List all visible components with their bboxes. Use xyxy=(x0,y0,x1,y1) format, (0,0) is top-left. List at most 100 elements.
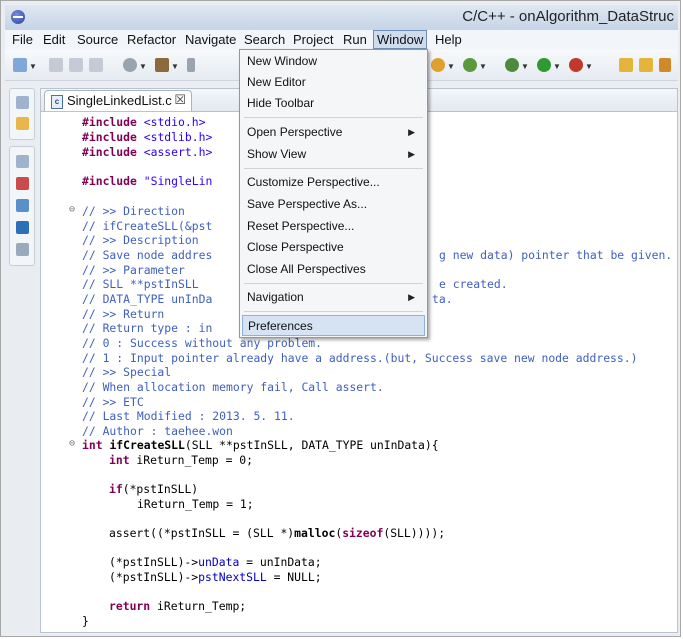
close-tab-icon[interactable]: ☒ xyxy=(174,92,186,108)
debug-dropdown-icon[interactable]: ▼ xyxy=(521,62,529,71)
outline-icon[interactable] xyxy=(16,177,29,190)
build-config-icon[interactable] xyxy=(123,58,137,72)
code-line: // Last Modified : 2013. 5. 11. xyxy=(82,409,295,423)
code-line: // Author : taehee.won xyxy=(82,424,233,438)
code-line: // ifCreateSLL(&pst xyxy=(82,219,213,233)
menu-item-reset-perspective[interactable]: Reset Perspective... xyxy=(242,216,425,237)
open-folder-icon[interactable] xyxy=(619,58,633,72)
open-file-icon[interactable] xyxy=(639,58,653,72)
project-explorer-icon[interactable] xyxy=(16,117,29,130)
code-line: (*pstInSLL)->pstNextSLL = NULL; xyxy=(109,570,322,584)
menu-help[interactable]: Help xyxy=(432,31,465,48)
menu-item-new-window[interactable]: New Window xyxy=(242,51,425,72)
code-line: iReturn_Temp = 1; xyxy=(137,497,254,511)
code-line: #include <assert.h> xyxy=(82,145,213,159)
new-class-icon[interactable] xyxy=(431,58,445,72)
window-title: C/C++ - onAlgorithm_DataStruc xyxy=(462,8,674,25)
code-line: return iReturn_Temp; xyxy=(109,599,247,613)
menu-item-save-perspective[interactable]: Save Perspective As... xyxy=(242,194,425,215)
code-line: // >> Direction xyxy=(82,204,185,218)
restore-view-icon[interactable] xyxy=(16,96,29,109)
code-line: // Return type : in xyxy=(82,321,213,335)
menu-item-preferences[interactable]: Preferences xyxy=(242,315,425,336)
console-icon[interactable] xyxy=(16,221,29,234)
menu-edit[interactable]: Edit xyxy=(40,31,68,48)
save-all-icon[interactable] xyxy=(69,58,83,72)
editor-tab-label: SingleLinkedList.c xyxy=(67,93,172,108)
code-line: if(*pstInSLL) xyxy=(109,482,199,496)
build-dropdown-icon[interactable]: ▼ xyxy=(171,62,179,71)
code-line: #include <stdio.h> xyxy=(82,115,206,129)
code-line: // >> Return xyxy=(82,307,165,321)
submenu-arrow-icon: ▶ xyxy=(408,149,415,159)
code-line: int ifCreateSLL(SLL **pstInSLL, DATA_TYP… xyxy=(82,438,439,452)
c-file-icon: c xyxy=(51,95,63,109)
restore-view-2-icon[interactable] xyxy=(16,155,29,168)
properties-icon[interactable] xyxy=(16,243,29,256)
code-line: (*pstInSLL)->unData = unInData; xyxy=(109,555,322,569)
menu-item-customize-perspective[interactable]: Customize Perspective... xyxy=(242,172,425,193)
print-icon[interactable] xyxy=(89,58,103,72)
binary-icon[interactable] xyxy=(187,58,195,72)
menu-item-show-view[interactable]: Show View ▶ xyxy=(242,144,425,165)
code-line: // >> Description xyxy=(82,233,199,247)
submenu-arrow-icon: ▶ xyxy=(408,292,415,302)
menu-item-close-perspective[interactable]: Close Perspective xyxy=(242,237,425,258)
title-bar: C/C++ - onAlgorithm_DataStruc xyxy=(5,5,678,30)
new-dropdown-icon[interactable]: ▼ xyxy=(29,62,37,71)
code-line: // Save node addres xyxy=(82,248,213,262)
external-tools-dropdown-icon[interactable]: ▼ xyxy=(585,62,593,71)
tasks-icon[interactable] xyxy=(16,199,29,212)
fold-collapse-icon[interactable]: ⊖ xyxy=(69,204,75,215)
code-line-tail: e created. xyxy=(439,277,508,291)
search-toolbar-icon[interactable] xyxy=(659,58,671,72)
menu-item-hide-toolbar[interactable]: Hide Toolbar xyxy=(242,93,425,114)
menu-run[interactable]: Run xyxy=(340,31,370,48)
save-icon[interactable] xyxy=(49,58,63,72)
code-line: // SLL **pstInSLL xyxy=(82,277,199,291)
fold-collapse-icon[interactable]: ⊖ xyxy=(69,438,75,449)
menu-item-open-perspective[interactable]: Open Perspective ▶ xyxy=(242,122,425,143)
window-menu-dropdown: New Window New Editor Hide Toolbar Open … xyxy=(239,49,428,338)
code-line: // 0 : Success without any problem. xyxy=(82,336,323,350)
debug-icon[interactable] xyxy=(505,58,519,72)
trim-group-bottom xyxy=(9,146,35,266)
menu-item-new-editor[interactable]: New Editor xyxy=(242,72,425,93)
submenu-arrow-icon: ▶ xyxy=(408,127,415,137)
eclipse-icon xyxy=(11,10,25,24)
code-line: // When allocation memory fail, Call ass… xyxy=(82,380,384,394)
build-hammer-icon[interactable] xyxy=(155,58,169,72)
menu-navigate[interactable]: Navigate xyxy=(182,31,239,48)
run-icon[interactable] xyxy=(537,58,551,72)
menu-separator xyxy=(244,283,423,284)
code-line: // DATA_TYPE unInDa xyxy=(82,292,213,306)
menu-source[interactable]: Source xyxy=(74,31,121,48)
code-line-tail: g new data) pointer that be given. xyxy=(439,248,673,262)
menu-separator xyxy=(244,168,423,169)
code-line: // >> ETC xyxy=(82,395,144,409)
new-icon[interactable] xyxy=(13,58,27,72)
menu-window[interactable]: Window xyxy=(373,30,428,49)
code-line: // >> Parameter xyxy=(82,263,185,277)
menu-search[interactable]: Search xyxy=(241,31,288,48)
menu-file[interactable]: File xyxy=(9,31,36,48)
code-line: } xyxy=(82,614,89,628)
code-line: int iReturn_Temp = 0; xyxy=(109,453,254,467)
new-class-dropdown-icon[interactable]: ▼ xyxy=(447,62,455,71)
menu-item-close-all-perspectives[interactable]: Close All Perspectives xyxy=(242,259,425,280)
build-config-dropdown-icon[interactable]: ▼ xyxy=(139,62,147,71)
trim-group-top xyxy=(9,88,35,140)
menu-separator xyxy=(244,311,423,312)
menu-project[interactable]: Project xyxy=(290,31,336,48)
code-line: assert((*pstInSLL = (SLL *)malloc(sizeof… xyxy=(109,526,446,540)
new-source-icon[interactable] xyxy=(463,58,477,72)
menu-bar: File Edit Source Refactor Navigate Searc… xyxy=(5,30,678,50)
external-tools-icon[interactable] xyxy=(569,58,583,72)
editor-tab-singlelinkedlist[interactable]: c SingleLinkedList.c ☒ xyxy=(44,90,192,111)
menu-item-navigation[interactable]: Navigation ▶ xyxy=(242,287,425,308)
new-source-dropdown-icon[interactable]: ▼ xyxy=(479,62,487,71)
code-line-tail: ta. xyxy=(432,292,453,306)
code-line: // >> Special xyxy=(82,365,172,379)
menu-refactor[interactable]: Refactor xyxy=(124,31,179,48)
run-dropdown-icon[interactable]: ▼ xyxy=(553,62,561,71)
